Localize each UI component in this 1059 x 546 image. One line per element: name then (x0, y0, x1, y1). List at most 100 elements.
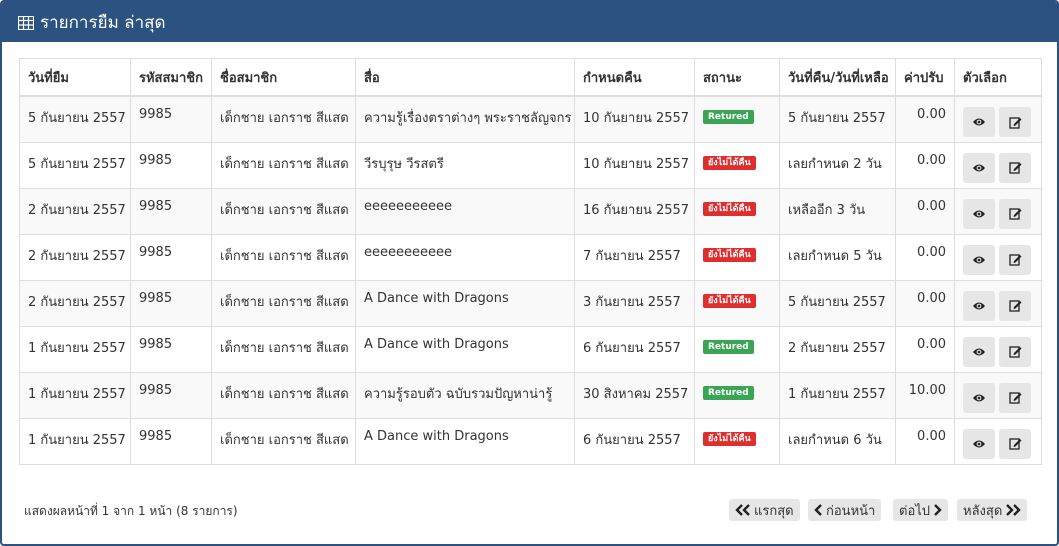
first-page-label: แรกสุด (754, 503, 794, 519)
view-button[interactable] (963, 336, 995, 367)
edit-button[interactable] (999, 152, 1031, 183)
cell-member-id: 9985 (130, 187, 212, 235)
table-row: 1 กันยายน 2557 9985 เด็กชาย เอกราช สีแสด A … (19, 325, 1042, 373)
cell-return-info: 2 กันยายน 2557 (779, 325, 896, 373)
cell-fine: 0.00 (895, 417, 955, 465)
edit-button[interactable] (999, 428, 1031, 459)
cell-actions (954, 371, 1042, 419)
cell-status: ยังไม่ได้คืน (694, 279, 780, 327)
cell-fine: 0.00 (895, 187, 955, 235)
table-row: 2 กันยายน 2557 9985 เด็กชาย เอกราช สีแสด ee… (19, 233, 1042, 281)
table-row: 1 กันยายน 2557 9985 เด็กชาย เอกราช สีแสด คว… (19, 371, 1042, 419)
status-badge: ยังไม่ได้คืน (703, 201, 756, 216)
header-due-date[interactable]: กำหนดคืน (574, 58, 695, 97)
cell-media: eeeeeeeeeee (355, 187, 575, 235)
cell-status: Retured (694, 371, 780, 419)
view-button[interactable] (963, 152, 995, 183)
cell-media: A Dance with Dragons (355, 417, 575, 465)
header-return-info[interactable]: วันที่คืน/วันที่เหลือ (779, 58, 896, 97)
cell-member-name: เด็กชาย เอกราช สีแสด (211, 141, 356, 189)
view-button[interactable] (963, 382, 995, 413)
table-row: 1 กันยายน 2557 9985 เด็กชาย เอกราช สีแสด A … (19, 417, 1042, 465)
cell-member-id: 9985 (130, 417, 212, 465)
loans-table: วันที่ยืม รหัสสมาชิก ชื่อสมาชิก สื่อ กำห… (19, 58, 1042, 465)
header-media[interactable]: สื่อ (355, 58, 575, 97)
double-chevron-left-icon (735, 504, 750, 516)
status-badge: Retured (703, 110, 754, 124)
cell-due-date: 3 กันยายน 2557 (574, 279, 695, 327)
cell-member-id: 9985 (130, 233, 212, 281)
view-button[interactable] (963, 107, 995, 137)
edit-icon (1008, 437, 1022, 450)
edit-button[interactable] (999, 107, 1031, 137)
last-page-label: หลังสุด (963, 503, 1003, 519)
recent-loans-panel: รายการยืม ล่าสุด วันที่ยืม รหัสสมาชิก ชื… (0, 0, 1059, 546)
cell-fine: 0.00 (895, 141, 955, 189)
view-button[interactable] (963, 290, 995, 321)
eye-icon (972, 163, 986, 173)
edit-button[interactable] (999, 198, 1031, 229)
edit-button[interactable] (999, 336, 1031, 367)
cell-borrow-date: 2 กันยายน 2557 (19, 279, 131, 327)
header-status[interactable]: สถานะ (694, 58, 780, 97)
table-icon (17, 15, 35, 31)
cell-member-name: เด็กชาย เอกราช สีแสด (211, 417, 356, 465)
edit-icon (1008, 391, 1022, 404)
cell-member-id: 9985 (130, 325, 212, 373)
edit-icon (1008, 253, 1022, 266)
cell-due-date: 6 กันยายน 2557 (574, 325, 695, 373)
view-button[interactable] (963, 198, 995, 229)
last-page-button[interactable]: หลังสุด (957, 499, 1028, 521)
cell-member-id: 9985 (130, 95, 212, 143)
view-button[interactable] (963, 244, 995, 275)
cell-due-date: 30 สิงหาคม 2557 (574, 371, 695, 419)
cell-due-date: 10 กันยายน 2557 (574, 95, 695, 143)
next-page-button[interactable]: ต่อไป (893, 499, 949, 521)
eye-icon (972, 255, 986, 265)
header-member-name[interactable]: ชื่อสมาชิก (211, 58, 356, 97)
edit-icon (1008, 345, 1022, 358)
table-row: 2 กันยายน 2557 9985 เด็กชาย เอกราช สีแสด A … (19, 279, 1042, 327)
eye-icon (972, 347, 986, 357)
cell-actions (954, 233, 1042, 281)
eye-icon (972, 209, 986, 219)
header-borrow-date[interactable]: วันที่ยืม (19, 58, 131, 97)
double-chevron-right-icon (1006, 504, 1021, 516)
first-page-button[interactable]: แรกสุด (729, 499, 800, 521)
cell-borrow-date: 5 กันยายน 2557 (19, 141, 131, 189)
cell-member-name: เด็กชาย เอกราช สีแสด (211, 95, 356, 143)
status-badge: Retured (703, 339, 754, 354)
prev-page-button[interactable]: ก่อนหน้า (808, 499, 882, 521)
header-fine[interactable]: ค่าปรับ (895, 58, 955, 97)
cell-fine: 0.00 (895, 325, 955, 373)
panel-header: รายการยืม ล่าสุด (2, 2, 1057, 42)
cell-media: eeeeeeeeeee (355, 233, 575, 281)
cell-borrow-date: 1 กันยายน 2557 (19, 371, 131, 419)
cell-actions (954, 141, 1042, 189)
cell-status: ยังไม่ได้คืน (694, 141, 780, 189)
cell-media: ความรู้เรื่องตราต่างๆ พระราชลัญจกร (355, 95, 575, 143)
edit-button[interactable] (999, 382, 1031, 413)
cell-borrow-date: 2 กันยายน 2557 (19, 187, 131, 235)
cell-fine: 10.00 (895, 371, 955, 419)
prev-page-label: ก่อนหน้า (826, 503, 876, 519)
cell-status: ยังไม่ได้คืน (694, 233, 780, 281)
header-member-id[interactable]: รหัสสมาชิก (130, 58, 212, 97)
chevron-left-icon (814, 504, 822, 516)
cell-member-name: เด็กชาย เอกราช สีแสด (211, 325, 356, 373)
cell-media: วีรบุรุษ วีรสตรี (355, 141, 575, 189)
cell-actions (954, 325, 1042, 373)
status-badge: ยังไม่ได้คืน (703, 155, 756, 170)
cell-member-id: 9985 (130, 141, 212, 189)
view-button[interactable] (963, 428, 995, 459)
table-row: 5 กันยายน 2557 9985 เด็กชาย เอกราช สีแสด วี… (19, 141, 1042, 189)
cell-actions (954, 279, 1042, 327)
cell-return-info: เลยกำหนด 2 วัน (779, 141, 896, 189)
next-page-label: ต่อไป (899, 503, 931, 519)
status-badge: ยังไม่ได้คืน (703, 247, 756, 262)
edit-button[interactable] (999, 290, 1031, 321)
panel-title: รายการยืม ล่าสุด (40, 12, 166, 33)
table-row: 5 กันยายน 2557 9985 เด็กชาย เอกราช สีแสด คว… (19, 95, 1042, 143)
cell-fine: 0.00 (895, 233, 955, 281)
edit-button[interactable] (999, 244, 1031, 275)
